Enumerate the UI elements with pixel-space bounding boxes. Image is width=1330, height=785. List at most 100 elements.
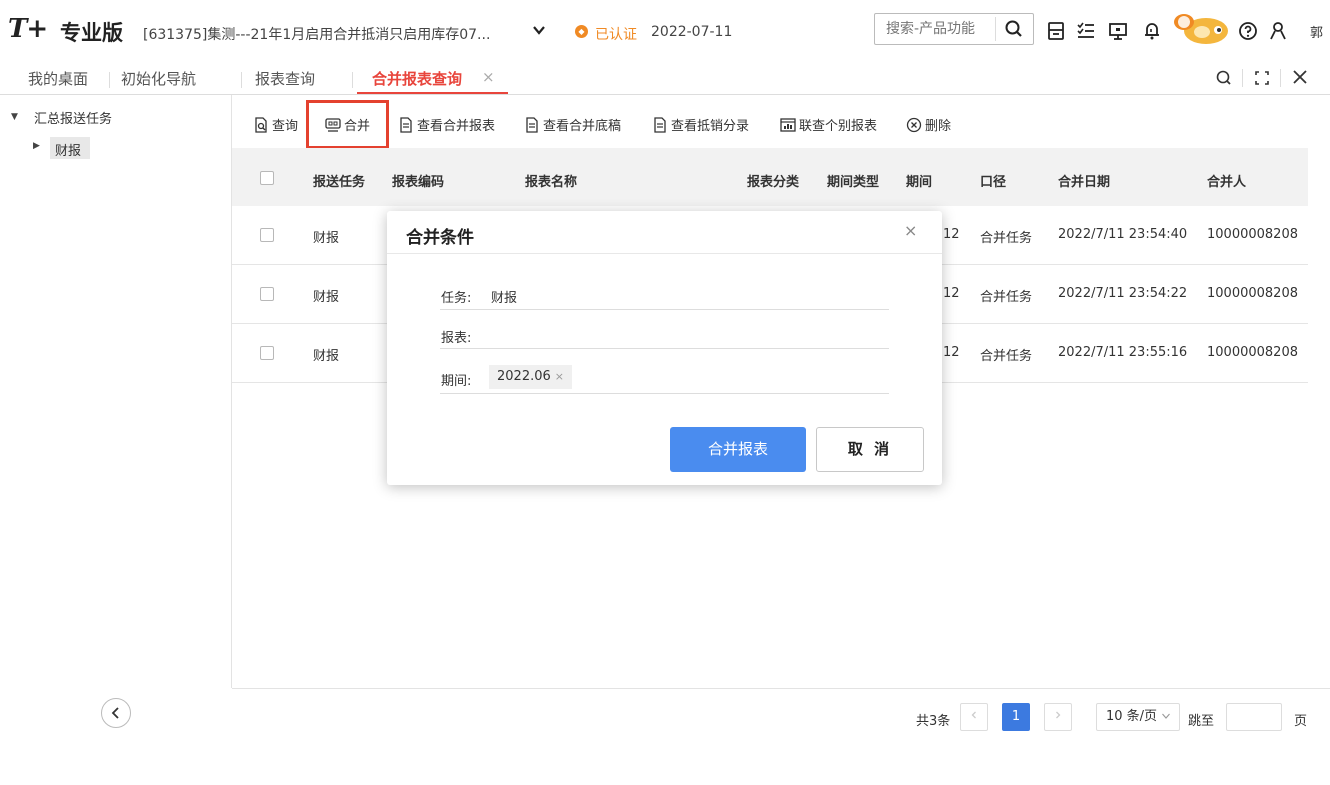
tree-node-financial-report[interactable]: 财报 [55,140,81,159]
tab-divider [109,72,110,88]
user-icon[interactable] [1268,21,1288,41]
user-name[interactable]: 郭 [1310,22,1323,41]
jump-page-input[interactable] [1226,703,1282,731]
calculator-icon[interactable] [1046,21,1066,41]
field-underline [440,309,889,310]
fullscreen-icon[interactable] [1248,65,1276,91]
view-elimination-entries-button[interactable]: 查看抵销分录 [652,115,749,134]
customer-service-mascot-icon[interactable] [1172,12,1232,46]
cell-merger: 10000008208 [1207,345,1298,360]
column-header-period-type[interactable]: 期间类型 [827,171,879,190]
field-underline [440,348,889,349]
help-icon[interactable] [1238,21,1258,41]
row-checkbox[interactable] [260,228,274,242]
column-header-merger[interactable]: 合并人 [1207,171,1246,190]
tab-close-icon[interactable]: × [482,68,495,86]
product-edition: 专业版 [60,21,123,45]
merge-conditions-dialog: 合并条件 × 任务: 财报 报表: 期间: 2022.06 × 合并报表 取 消 [387,211,942,485]
view-consolidated-draft-label: 查看合并底稿 [543,119,622,134]
period-field-label: 期间: [441,374,472,389]
active-tab-indicator [357,92,508,94]
tab-consolidated-report-query[interactable]: 合并报表查询 [372,68,462,89]
select-all-checkbox[interactable] [260,171,274,185]
toolbar-divider [1280,69,1281,87]
delete-icon [906,117,922,132]
column-header-name[interactable]: 报表名称 [525,171,577,190]
table-header: 报送任务 报表编码 报表名称 报表分类 期间类型 期间 口径 合并日期 合并人 [232,148,1308,206]
query-individual-report-label: 联查个别报表 [799,119,878,134]
cell-period: 12 [943,227,960,242]
task-field-label: 任务: [441,291,472,306]
prev-page-button[interactable] [960,703,988,731]
view-elimination-entries-label: 查看抵销分录 [671,119,750,134]
cell-scope: 合并任务 [980,290,1033,305]
collapse-sidebar-button[interactable] [101,698,131,728]
page-button-current[interactable]: 1 [1002,703,1030,731]
header-date: 2022-07-11 [651,24,733,40]
close-icon[interactable]: × [904,221,917,240]
column-header-code[interactable]: 报表编码 [392,171,444,190]
merge-report-button[interactable]: 合并报表 [670,427,806,472]
view-consolidated-report-button[interactable]: 查看合并报表 [398,115,495,134]
query-button[interactable]: 查询 [253,115,298,134]
caret-right-icon[interactable]: ▶ [33,141,40,151]
report-icon [654,116,666,133]
report-field-label: 报表: [441,331,472,346]
search-divider [995,17,996,41]
column-header-category[interactable]: 报表分类 [747,171,799,190]
close-icon[interactable] [1286,65,1314,91]
tab-init-guide[interactable]: 初始化导航 [121,68,196,89]
tab-my-desktop[interactable]: 我的桌面 [28,68,88,89]
page-size-select[interactable]: 10 条/页 [1096,703,1180,731]
cell-merge-date: 2022/7/11 23:55:16 [1058,345,1188,360]
chevron-down-icon[interactable] [533,24,545,38]
cell-merger: 10000008208 [1207,286,1298,301]
tab-divider [352,72,353,88]
report-icon [526,116,538,133]
certified-icon: ◆ [575,25,588,38]
bell-icon[interactable] [1142,21,1162,41]
column-header-merge-date[interactable]: 合并日期 [1058,171,1110,190]
cell-task: 财报 [313,349,340,364]
search-input[interactable] [876,16,994,42]
monitor-icon[interactable] [1108,21,1128,41]
column-header-task[interactable]: 报送任务 [313,171,365,190]
row-checkbox[interactable] [260,346,274,360]
certified-badge: 已认证 [595,27,637,43]
sidebar-tree: ▼ 汇总报送任务 ▶ 财报 [0,95,232,688]
page-suffix: 页 [1294,714,1308,729]
column-header-scope[interactable]: 口径 [980,171,1006,190]
tab-divider [241,72,242,88]
delete-button[interactable]: 删除 [906,115,951,134]
tag-remove-icon[interactable]: × [555,370,564,383]
pagination-total: 共3条 [916,714,951,729]
column-header-period[interactable]: 期间 [906,171,932,190]
search-icon[interactable] [1210,65,1238,91]
merge-button-highlight [306,100,389,149]
tab-report-query[interactable]: 报表查询 [255,68,315,89]
delete-label: 删除 [925,119,952,134]
view-consolidated-report-label: 查看合并报表 [417,119,496,134]
cell-task: 财报 [313,290,340,305]
field-underline [440,393,889,394]
tab-bar: 我的桌面 初始化导航 报表查询 合并报表查询 × [0,62,1330,95]
tree-node-summary-task[interactable]: 汇总报送任务 [34,108,112,127]
next-page-button[interactable] [1044,703,1072,731]
row-checkbox[interactable] [260,287,274,301]
caret-down-icon[interactable]: ▼ [11,112,18,122]
cancel-button[interactable]: 取 消 [816,427,924,472]
page-size-value: 10 条/页 [1106,709,1158,724]
period-tag[interactable]: 2022.06 × [489,365,572,389]
task-list-icon[interactable] [1076,21,1096,41]
report-field-input[interactable] [491,323,889,347]
jump-label: 跳至 [1188,714,1215,729]
cell-scope: 合并任务 [980,231,1033,246]
query-individual-report-button[interactable]: 联查个别报表 [780,115,877,134]
period-tag-value: 2022.06 [497,369,551,384]
account-selector[interactable]: [631375]集测---21年1月启用合并抵消只启用库存07... [143,24,490,44]
chevron-down-icon [1162,713,1171,719]
cell-scope: 合并任务 [980,349,1033,364]
search-icon[interactable] [1004,19,1024,39]
view-consolidated-draft-button[interactable]: 查看合并底稿 [524,115,621,134]
task-field-value[interactable]: 财报 [491,287,517,306]
